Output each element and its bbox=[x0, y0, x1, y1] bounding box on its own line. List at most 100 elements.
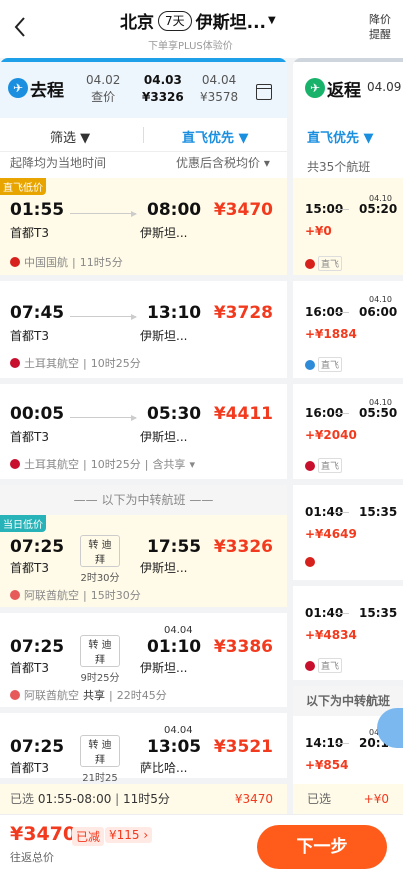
filter-icon: ▼ bbox=[80, 131, 91, 146]
airline-info: 阿联酋航空 共享 | 22时45分 bbox=[10, 687, 167, 703]
airline-logo-icon bbox=[10, 257, 20, 267]
arr-time: 13:10 bbox=[147, 303, 202, 323]
flight-row[interactable]: 当日低价 07:25 转 迪拜 2时30分 17:55 首都T3 伊斯坦... ¥… bbox=[0, 515, 287, 613]
price: ¥4411 bbox=[213, 404, 273, 424]
route-title[interactable]: 北京 7天 伊斯坦... ▼ bbox=[120, 8, 276, 33]
selected-outbound-summary: 已选 01:55-08:00 | 11时5分 ¥3470 bbox=[0, 784, 287, 814]
transfer-info: 转 迪拜 2时30分 bbox=[80, 535, 120, 584]
arr-time: 05:30 bbox=[147, 404, 202, 424]
arr-airport: 伊斯坦... bbox=[140, 430, 188, 444]
time-note: 起降均为当地时间 bbox=[10, 156, 107, 170]
route-line bbox=[70, 211, 137, 217]
return-row[interactable]: 04.10 15:00 05:20 +¥0 直飞 bbox=[293, 178, 403, 281]
filter-button[interactable]: 筛选 ▼ bbox=[50, 127, 90, 146]
back-icon[interactable] bbox=[10, 12, 32, 42]
dep-airport: 首都T3 bbox=[10, 226, 49, 240]
reduced-label: 已减 bbox=[72, 827, 105, 846]
outbound-panel: ✈ 去程 04.02 查价 04.03 ¥3326 04.04 ¥3578 筛选 ▼ … bbox=[0, 58, 287, 814]
return-panel: ✈ 返程 04.09 直飞优先 ▼ 共35个航班 04.10 15:00 05:2… bbox=[293, 58, 403, 814]
dep-time: 01:55 bbox=[10, 200, 65, 220]
outbound-label: 去程 bbox=[30, 81, 64, 101]
return-date-bar[interactable]: ✈ 返程 04.09 bbox=[293, 62, 403, 118]
dep-time: 07:25 bbox=[10, 537, 65, 557]
return-row[interactable]: 04.10 16:00 06:00 +¥1884 直飞 bbox=[293, 281, 403, 384]
price: ¥3728 bbox=[213, 303, 273, 323]
airline-logo-icon bbox=[10, 690, 20, 700]
trip-days-badge: 7天 bbox=[158, 10, 192, 31]
selected-return-summary: 已选 +¥0 bbox=[293, 784, 403, 814]
cheap-tag: 当日低价 bbox=[0, 515, 46, 532]
price-note[interactable]: 优惠后含税均价 ▾ bbox=[176, 154, 270, 171]
next-day: 04.04 bbox=[164, 725, 193, 736]
top-bar: 北京 7天 伊斯坦... ▼ 下单享PLUS体验价 降价提醒 bbox=[0, 0, 403, 58]
return-row[interactable]: 04.10 16:00 05:50 +¥2040 直飞 bbox=[293, 384, 403, 485]
divider bbox=[143, 127, 144, 143]
arr-time: 01:10 bbox=[147, 637, 202, 657]
airline-info: 土耳其航空 | 10时25分 bbox=[10, 355, 141, 371]
outbound-date-bar: ✈ 去程 04.02 查价 04.03 ¥3326 04.04 ¥3578 bbox=[0, 62, 287, 118]
arr-airport: 伊斯坦... bbox=[140, 226, 188, 240]
origin-city: 北京 bbox=[120, 13, 154, 33]
date-option[interactable]: 04.04 ¥3578 bbox=[200, 72, 238, 106]
price-alert-button[interactable]: 降价提醒 bbox=[367, 12, 393, 42]
destination-city: 伊斯坦... bbox=[195, 13, 267, 33]
airline-logo-icon bbox=[10, 358, 20, 368]
airline-info: 土耳其航空 | 10时25分 | 含共享 ▾ bbox=[10, 456, 195, 472]
date-option-selected[interactable]: 04.03 ¥3326 bbox=[142, 72, 184, 106]
sort-direct-first[interactable]: 直飞优先 ▼ bbox=[182, 127, 249, 146]
flight-row[interactable]: 00:05 05:30 首都T3 伊斯坦... ¥4411 土耳其航空 | 10时2… bbox=[0, 384, 287, 485]
dep-airport: 首都T3 bbox=[10, 661, 49, 675]
filter-bar: 筛选 ▼ 直飞优先 ▼ bbox=[0, 118, 287, 152]
dep-airport: 首都T3 bbox=[10, 761, 49, 775]
route-line bbox=[70, 314, 137, 320]
return-date: 04.09 bbox=[367, 80, 402, 94]
chevron-down-icon: ▼ bbox=[268, 15, 276, 26]
return-label: 返程 bbox=[327, 81, 361, 101]
dep-time: 07:45 bbox=[10, 303, 65, 323]
route-line bbox=[70, 415, 137, 421]
date-option[interactable]: 04.02 查价 bbox=[86, 72, 120, 106]
caret-down-icon: ▼ bbox=[238, 131, 249, 146]
total-label: 往返总价 bbox=[10, 851, 54, 864]
flight-count: 共35个航班 bbox=[307, 160, 371, 174]
dep-time: 07:25 bbox=[10, 637, 65, 657]
arr-airport: 伊斯坦... bbox=[140, 661, 188, 675]
plane-landing-icon: ✈ bbox=[305, 78, 325, 98]
flight-row[interactable]: 07:45 13:10 首都T3 伊斯坦... ¥3728 土耳其航空 | 10时2… bbox=[0, 281, 287, 384]
caret-down-icon: ▼ bbox=[363, 131, 374, 146]
total-price: ¥3470 bbox=[10, 823, 77, 845]
dep-airport: 首都T3 bbox=[10, 329, 49, 343]
flight-row[interactable]: 04.04 07:25 转 迪拜21时25分 13:05 首都T3 萨比哈...… bbox=[0, 713, 287, 799]
arr-time: 08:00 bbox=[147, 200, 202, 220]
plane-takeoff-icon: ✈ bbox=[8, 78, 28, 98]
airline-info: 阿联酋航空 | 15时30分 bbox=[10, 587, 141, 603]
arr-airport: 萨比哈... bbox=[140, 761, 188, 775]
discount-badge[interactable]: ¥115 › bbox=[105, 827, 153, 843]
flight-row[interactable]: 直飞低价 01:55 08:00 首都T3 伊斯坦... ¥3470 中国国航 |… bbox=[0, 178, 287, 281]
arr-time: 13:05 bbox=[147, 737, 202, 757]
return-sort[interactable]: 直飞优先 ▼ bbox=[307, 127, 374, 146]
transfer-info: 转 迪拜 9时25分 bbox=[80, 635, 120, 684]
transfer-divider: —— 以下为中转航班 —— bbox=[0, 485, 287, 515]
price: ¥3386 bbox=[213, 637, 273, 657]
flight-row[interactable]: 04.04 07:25 转 迪拜 9时25分 01:10 首都T3 伊斯坦... … bbox=[0, 613, 287, 713]
dep-airport: 首都T3 bbox=[10, 430, 49, 444]
calendar-icon[interactable] bbox=[256, 84, 272, 100]
arr-airport: 伊斯坦... bbox=[140, 329, 188, 343]
bottom-bar: ¥3470 已减 ¥115 › 往返总价 下一步 bbox=[0, 814, 403, 874]
cheap-tag: 直飞低价 bbox=[0, 178, 46, 195]
airline-info: 中国国航 | 11时5分 bbox=[10, 254, 123, 270]
next-step-button[interactable]: 下一步 bbox=[257, 825, 387, 869]
arr-time: 17:55 bbox=[147, 537, 202, 557]
price: ¥3326 bbox=[213, 537, 273, 557]
plus-promo: 下单享PLUS体验价 bbox=[148, 41, 233, 52]
dep-time: 00:05 bbox=[10, 404, 65, 424]
next-day: 04.04 bbox=[164, 625, 193, 636]
arr-airport: 伊斯坦... bbox=[140, 561, 188, 575]
price: ¥3470 bbox=[213, 200, 273, 220]
return-row[interactable]: 01:40 15:35 +¥4649 bbox=[293, 485, 403, 586]
dep-time: 07:25 bbox=[10, 737, 65, 757]
return-row[interactable]: 01:40 15:35 +¥4834 直飞 bbox=[293, 586, 403, 686]
airline-logo-icon bbox=[10, 590, 20, 600]
airline-logo-icon bbox=[10, 459, 20, 469]
